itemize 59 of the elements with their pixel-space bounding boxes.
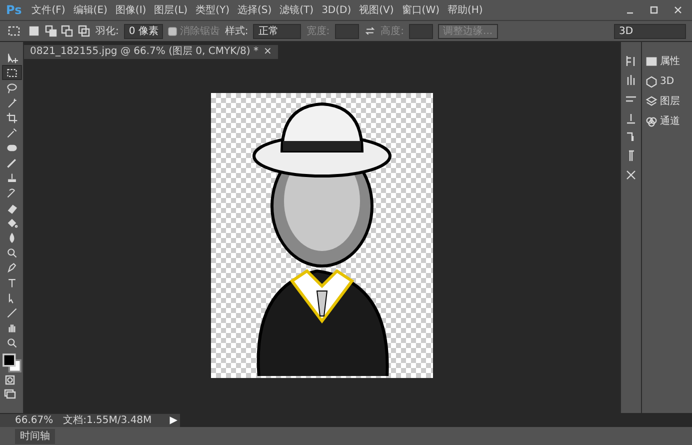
marquee-icon (6, 66, 18, 78)
eraser-icon (6, 202, 18, 214)
width-input[interactable] (334, 24, 359, 38)
layers-icon (644, 95, 658, 108)
style-label: 样式: (224, 24, 248, 38)
menu-item[interactable]: 文件(F) (28, 2, 70, 18)
zoom-level: 66.67% (15, 414, 54, 428)
pen-icon (6, 262, 18, 274)
lasso-icon (6, 82, 18, 94)
panel-button[interactable]: 3D (644, 74, 692, 89)
properties-icon (644, 55, 658, 68)
menu-item[interactable]: 选择(S) (233, 2, 276, 18)
brush-icon (6, 156, 18, 168)
menu-item[interactable]: 窗口(W) (398, 2, 444, 18)
cube-icon (644, 75, 658, 88)
panel-button[interactable]: 属性 (644, 54, 692, 69)
status-menu-button[interactable]: ▶ (170, 413, 178, 428)
feather-input[interactable]: 0 像素 (124, 24, 164, 38)
channels-icon (644, 115, 658, 128)
menu-item[interactable]: 3D(D) (318, 2, 356, 18)
workspace-dropdown[interactable]: 3D (614, 24, 686, 38)
document-tab[interactable]: 0821_182155.jpg @ 66.7% (图层 0, CMYK/8) * × (24, 44, 278, 58)
tab-close-button[interactable]: × (263, 44, 272, 59)
menu-item[interactable]: 图像(I) (111, 2, 150, 18)
feather-label: 羽化: (96, 24, 119, 38)
intersect-selection-icon[interactable] (76, 24, 90, 38)
menu-item[interactable]: 图层(L) (150, 2, 192, 18)
move-icon (6, 52, 18, 64)
menu-item[interactable]: 编辑(E) (69, 2, 112, 18)
marquee-icon[interactable] (6, 24, 22, 38)
dodge-icon (6, 246, 18, 258)
menu-item[interactable]: 类型(Y) (192, 2, 234, 18)
panel-button[interactable]: 图层 (644, 94, 692, 109)
app-logo[interactable]: Ps (0, 1, 28, 19)
crop-icon (6, 112, 18, 124)
document-size: 文档:1.55M/3.48M (63, 414, 152, 428)
new-selection-icon[interactable] (27, 24, 41, 38)
tool-button[interactable] (2, 65, 22, 80)
bucket-icon (6, 216, 18, 228)
height-input[interactable] (409, 24, 434, 38)
type-icon (6, 276, 18, 288)
timeline-tab[interactable]: 时间轴 (15, 428, 55, 444)
antialias-label: 消除锯齿 (180, 24, 220, 38)
style-dropdown[interactable]: 正常 (253, 24, 302, 38)
panel-button[interactable]: 通道 (644, 114, 692, 129)
menu-item[interactable]: 帮助(H) (444, 2, 487, 18)
menu-item[interactable]: 滤镜(T) (276, 2, 318, 18)
zoom-icon (6, 336, 18, 348)
menu-item[interactable]: 视图(V) (355, 2, 398, 18)
width-label: 宽度: (306, 24, 330, 38)
stamp-icon (6, 172, 18, 184)
height-label: 高度: (380, 24, 404, 38)
add-selection-icon[interactable] (44, 24, 58, 38)
wand-icon (6, 96, 18, 108)
swap-icon[interactable] (364, 25, 376, 37)
line-icon (6, 306, 18, 318)
eyedropper-icon (6, 126, 18, 138)
subtract-selection-icon[interactable] (60, 24, 74, 38)
color-swatches-drawing[interactable] (2, 352, 22, 372)
